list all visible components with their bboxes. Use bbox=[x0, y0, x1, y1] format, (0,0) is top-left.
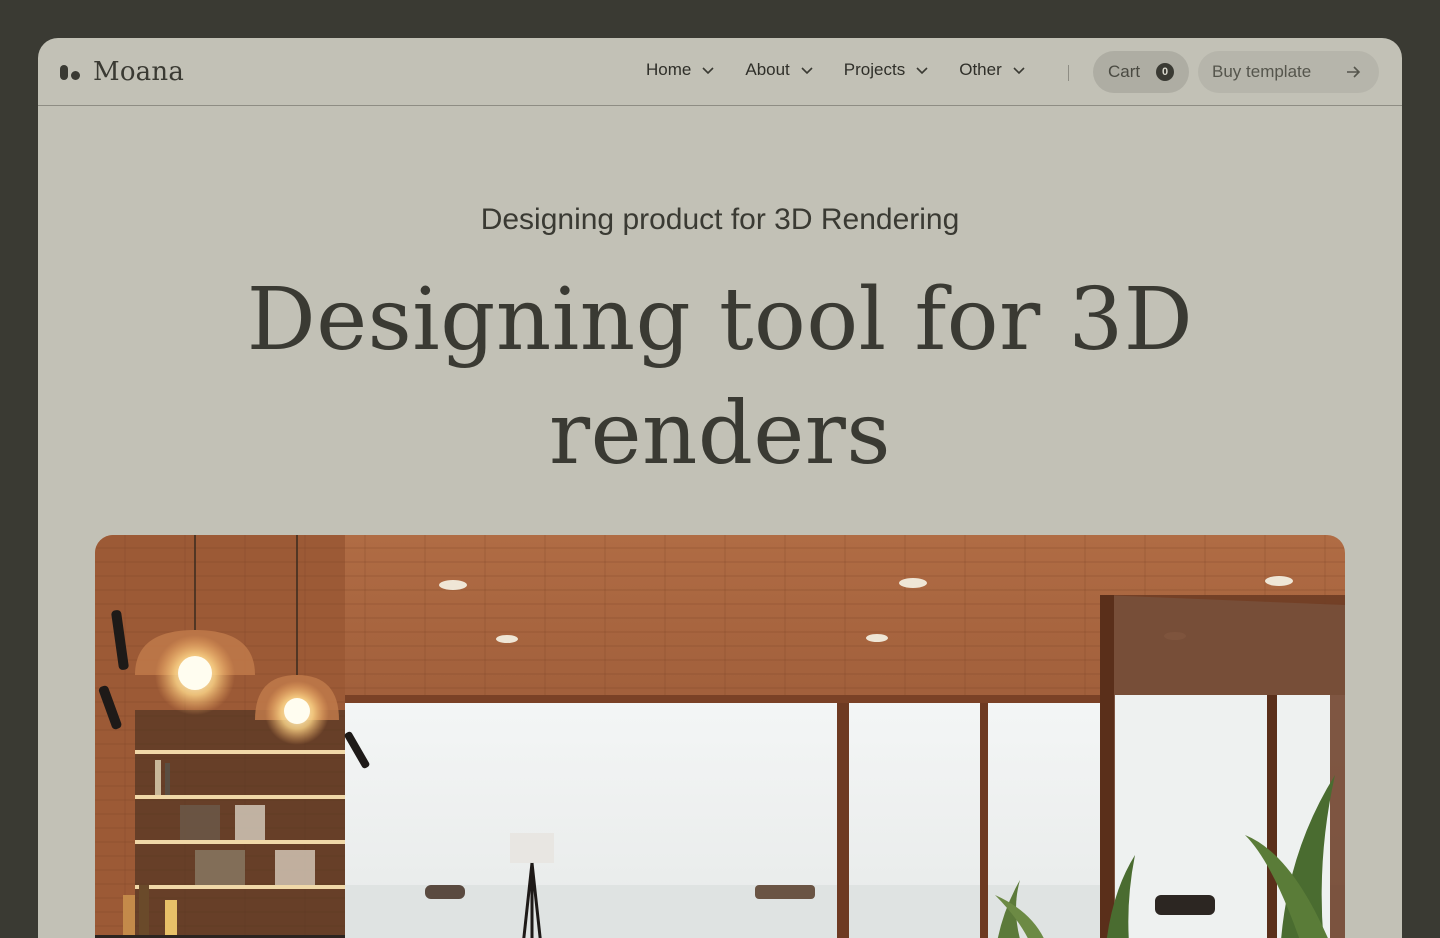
logo[interactable]: Moana bbox=[60, 57, 184, 87]
brand-name: Moana bbox=[93, 57, 185, 87]
menu-item-projects[interactable]: Projects bbox=[844, 60, 929, 80]
chevron-down-icon bbox=[702, 67, 714, 75]
arrow-right-icon bbox=[1347, 66, 1361, 78]
menu-item-label: Other bbox=[959, 60, 1002, 79]
hero-eyebrow: Designing product for 3D Rendering bbox=[480, 203, 960, 236]
buy-template-label: Buy template bbox=[1212, 62, 1312, 81]
logo-mark-icon bbox=[60, 62, 84, 82]
menu-item-about[interactable]: About bbox=[745, 60, 813, 80]
menu-item-label: Projects bbox=[843, 60, 906, 79]
menu-item-home[interactable]: Home bbox=[646, 60, 715, 80]
hero-title: Designing tool for 3D renders bbox=[246, 270, 1194, 484]
menu-item-other[interactable]: Other bbox=[959, 60, 1026, 80]
cart-button[interactable]: Cart 0 bbox=[1093, 51, 1189, 93]
chevron-down-icon bbox=[1013, 67, 1025, 75]
top-nav: Moana Home About Projects Other Cart 0 B… bbox=[38, 38, 1402, 106]
interior-render-photo bbox=[95, 535, 1345, 938]
main-menu: Home About Projects Other bbox=[646, 60, 1056, 80]
chevron-down-icon bbox=[801, 67, 813, 75]
buy-template-button[interactable]: Buy template bbox=[1198, 51, 1379, 93]
cart-label: Cart bbox=[1108, 62, 1141, 81]
page-frame: Moana Home About Projects Other Cart 0 B… bbox=[38, 38, 1402, 938]
menu-item-label: About bbox=[745, 60, 790, 79]
hero-image bbox=[95, 535, 1345, 938]
cart-count-badge: 0 bbox=[1156, 63, 1174, 81]
chevron-down-icon bbox=[916, 67, 928, 75]
nav-divider bbox=[1068, 65, 1069, 81]
menu-item-label: Home bbox=[646, 60, 692, 79]
